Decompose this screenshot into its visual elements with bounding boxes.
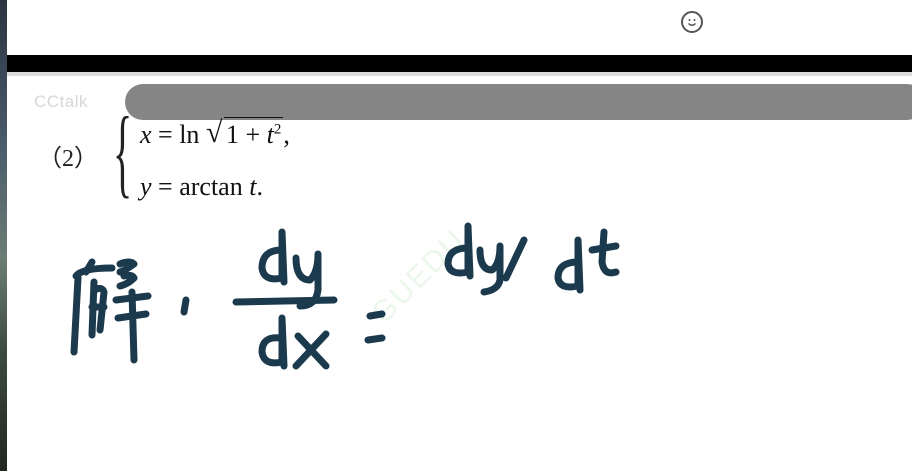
handwriting-layer [70,222,620,370]
handwritten-fraction [232,228,338,370]
handwritten-equals [364,310,386,344]
handwritten-rhs [444,222,620,296]
handwritten-jie [70,258,190,364]
